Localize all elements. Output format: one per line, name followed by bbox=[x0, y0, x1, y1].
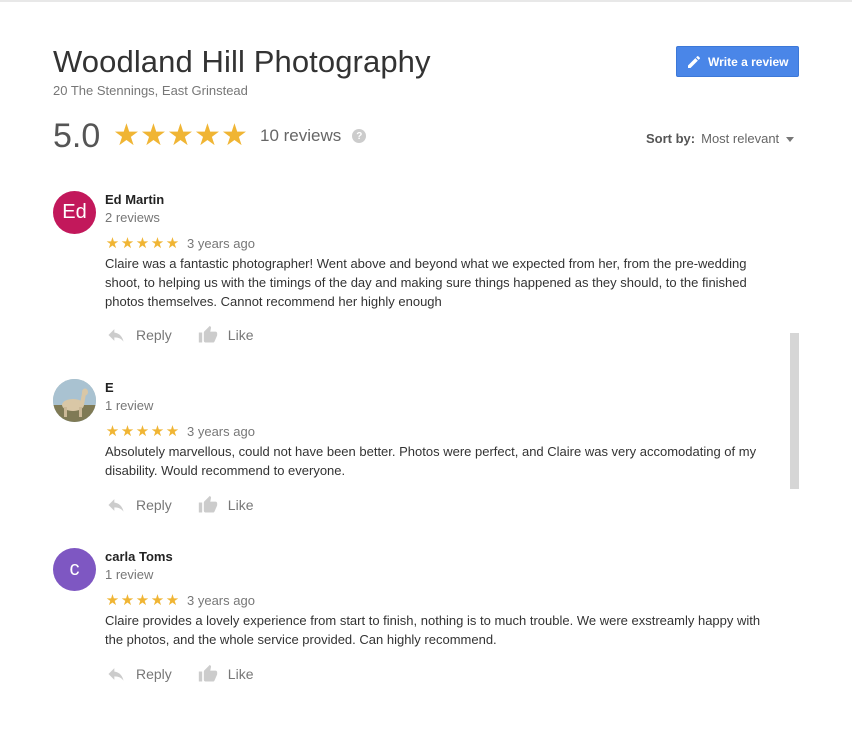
review-age: 3 years ago bbox=[187, 235, 255, 251]
like-label: Like bbox=[227, 497, 254, 513]
review-text: Claire was a fantastic photographer! Wen… bbox=[105, 256, 747, 309]
star-icon: ★ bbox=[105, 422, 120, 440]
reply-label: Reply bbox=[136, 497, 172, 513]
star-icon: ★ bbox=[113, 119, 140, 152]
pencil-icon bbox=[688, 55, 701, 68]
star-icon: ★ bbox=[167, 119, 194, 152]
avatar[interactable] bbox=[53, 379, 96, 422]
review-age: 3 years ago bbox=[187, 592, 255, 608]
like-button[interactable]: Like bbox=[197, 325, 254, 345]
help-icon[interactable]: ? bbox=[352, 129, 367, 143]
business-address: 20 The Stennings, East Grinstead bbox=[53, 83, 248, 98]
star-icon: ★ bbox=[105, 234, 120, 252]
reply-button[interactable]: Reply bbox=[105, 325, 172, 345]
reply-label: Reply bbox=[136, 327, 172, 343]
star-icon: ★ bbox=[105, 591, 120, 609]
star-icon: ★ bbox=[194, 119, 221, 152]
reviewer-review-count: 1 review bbox=[105, 567, 154, 582]
thumbs-up-icon bbox=[198, 664, 217, 682]
star-icon: ★ bbox=[150, 422, 165, 440]
star-icon: ★ bbox=[135, 422, 150, 440]
review-count[interactable]: 10 reviews bbox=[260, 126, 341, 146]
star-icon: ★ bbox=[120, 591, 135, 609]
reply-button[interactable]: Reply bbox=[105, 495, 172, 515]
sort-control[interactable]: Sort by: Most relevant bbox=[646, 131, 795, 146]
animal-photo bbox=[53, 379, 96, 422]
star-icon: ★ bbox=[165, 234, 180, 252]
avatar[interactable]: c bbox=[53, 548, 96, 591]
like-button[interactable]: Like bbox=[197, 664, 254, 684]
reviewer-name[interactable]: Ed Martin bbox=[105, 191, 773, 209]
average-stars: ★ ★ ★ ★ ★ bbox=[113, 121, 248, 151]
avatar[interactable]: Ed bbox=[53, 191, 96, 234]
thumbs-up-icon bbox=[198, 495, 217, 513]
star-icon: ★ bbox=[140, 119, 167, 152]
star-icon: ★ bbox=[221, 119, 248, 152]
reviewer-review-count: 2 reviews bbox=[105, 210, 160, 225]
review-stars: ★ ★ ★ ★ ★ bbox=[105, 593, 180, 608]
review-text: Absolutely marvellous, could not have be… bbox=[105, 444, 757, 478]
reviewer-name[interactable]: carla Toms bbox=[105, 548, 773, 566]
reply-label: Reply bbox=[136, 666, 172, 682]
business-name: Woodland Hill Photography bbox=[53, 44, 431, 79]
star-icon: ★ bbox=[150, 591, 165, 609]
star-icon: ★ bbox=[135, 234, 150, 252]
star-icon: ★ bbox=[150, 234, 165, 252]
like-label: Like bbox=[227, 327, 254, 343]
reply-icon bbox=[108, 668, 124, 681]
reviewer-name[interactable]: E bbox=[105, 379, 773, 397]
chevron-down-icon bbox=[786, 137, 795, 142]
sort-dropdown[interactable]: Most relevant bbox=[701, 131, 779, 146]
thumbs-up-icon bbox=[198, 325, 217, 343]
average-score: 5.0 bbox=[53, 116, 101, 155]
star-icon: ★ bbox=[165, 422, 180, 440]
star-icon: ★ bbox=[120, 234, 135, 252]
review-age: 3 years ago bbox=[187, 423, 255, 439]
reply-icon bbox=[108, 329, 124, 342]
review-stars: ★ ★ ★ ★ ★ bbox=[105, 236, 180, 251]
star-icon: ★ bbox=[120, 422, 135, 440]
review-text: Claire provides a lovely experience from… bbox=[105, 613, 761, 647]
star-icon: ★ bbox=[165, 591, 180, 609]
like-label: Like bbox=[227, 666, 254, 682]
reply-icon bbox=[108, 499, 124, 512]
rating-summary: 5.0 ★ ★ ★ ★ ★ 10 reviews ? bbox=[53, 114, 367, 158]
write-review-label: Write a review bbox=[708, 54, 789, 69]
reviewer-review-count: 1 review bbox=[105, 398, 154, 413]
review-stars: ★ ★ ★ ★ ★ bbox=[105, 424, 180, 439]
star-icon: ★ bbox=[135, 591, 150, 609]
reply-button[interactable]: Reply bbox=[105, 664, 172, 684]
top-divider bbox=[0, 0, 852, 2]
sort-label: Sort by: bbox=[646, 131, 696, 146]
like-button[interactable]: Like bbox=[197, 495, 254, 515]
scrollbar-thumb[interactable] bbox=[790, 333, 799, 489]
write-review-button[interactable]: Write a review bbox=[676, 46, 799, 77]
